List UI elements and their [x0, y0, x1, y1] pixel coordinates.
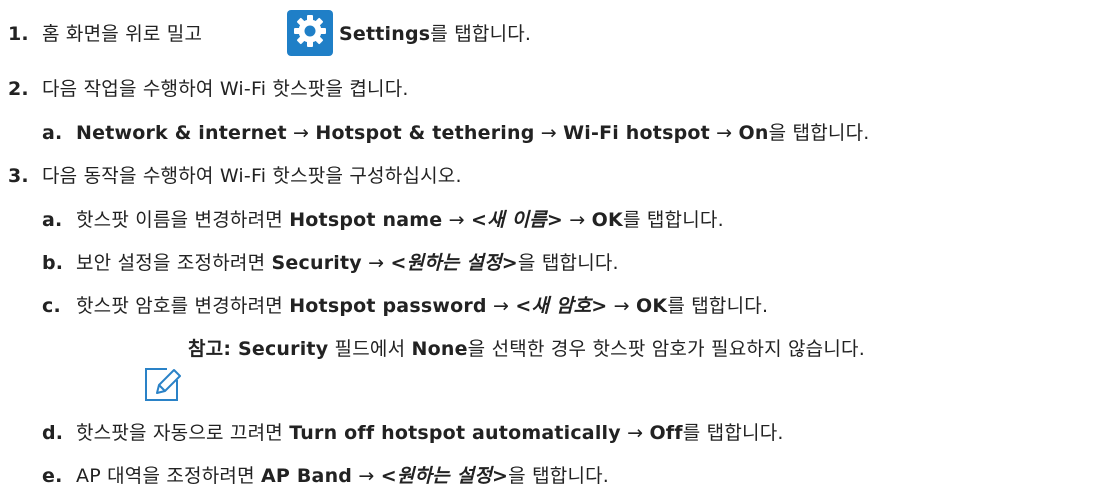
step-number: 1. — [8, 23, 29, 45]
substep-text-end: 를 탭합니다. — [622, 209, 724, 231]
step-number: 3. — [8, 165, 29, 187]
settings-label: Settings — [339, 23, 431, 45]
substep-text: 핫스팟을 자동으로 끄려면 — [76, 422, 290, 444]
menu-network-internet: Network & internet — [76, 122, 287, 144]
step-3-substep-c: c. 핫스팟 암호를 변경하려면 Hotspot password → <새 암호… — [42, 294, 768, 318]
step-text-end: 를 탭합니다. — [430, 23, 532, 45]
step-number: 2. — [8, 78, 29, 100]
option-ok: OK — [591, 209, 623, 231]
step-3-substep-d: d. 핫스팟을 자동으로 끄려면 Turn off hotspot automat… — [42, 421, 784, 445]
settings-gear-icon — [287, 10, 333, 56]
menu-ap-band: AP Band — [261, 465, 353, 487]
step-3-substep-a: a. 핫스팟 이름을 변경하려면 Hotspot name → <새 이름> → … — [42, 208, 724, 232]
substep-text-end: 을 탭합니다. — [517, 252, 619, 274]
step-text: 다음 작업을 수행하여 Wi-Fi 핫스팟을 켭니다. — [42, 78, 409, 100]
option-on: On — [738, 122, 769, 144]
note-label: 참고: — [188, 338, 238, 360]
substep-text: AP 대역을 조정하려면 — [76, 465, 262, 487]
placeholder-desired-setting: <원하는 설정> — [390, 252, 518, 274]
step-2: 2. 다음 작업을 수행하여 Wi-Fi 핫스팟을 켭니다. — [8, 77, 409, 101]
arrow: → — [563, 209, 592, 231]
substep-letter: a. — [42, 122, 63, 144]
step-1-continued: Settings를 탭합니다. — [339, 22, 531, 46]
substep-text: 핫스팟 암호를 변경하려면 — [76, 295, 290, 317]
substep-letter: a. — [42, 209, 63, 231]
menu-turn-off-hotspot-automatically: Turn off hotspot automatically — [289, 422, 621, 444]
step-3: 3. 다음 동작을 수행하여 Wi-Fi 핫스팟을 구성하십시오. — [8, 164, 462, 188]
arrow: → — [709, 122, 739, 144]
step-text: 다음 동작을 수행하여 Wi-Fi 핫스팟을 구성하십시오. — [42, 165, 462, 187]
arrow: → — [361, 252, 391, 274]
option-none: None — [411, 338, 468, 360]
placeholder-new-name: <새 이름> — [470, 209, 564, 231]
note: 참고: Security 필드에서 None을 선택한 경우 핫스팟 암호가 필… — [188, 337, 865, 361]
arrow: → — [442, 209, 471, 231]
substep-text: 보안 설정을 조정하려면 — [76, 252, 272, 274]
placeholder-new-password: <새 암호> — [515, 295, 608, 317]
menu-wifi-hotspot: Wi-Fi hotspot — [563, 122, 710, 144]
field-security: Security — [237, 338, 329, 360]
substep-text-end: 를 탭합니다. — [667, 295, 769, 317]
step-text: 홈 화면을 위로 밀고 — [42, 23, 203, 45]
arrow: → — [607, 295, 637, 317]
arrow: → — [352, 465, 381, 487]
step-2-substep-a: a. Network & internet → Hotspot & tetheri… — [42, 121, 870, 145]
menu-hotspot-password: Hotspot password — [289, 295, 487, 317]
substep-letter: c. — [42, 295, 61, 317]
menu-security: Security — [271, 252, 362, 274]
option-off: Off — [649, 422, 683, 444]
arrow: → — [534, 122, 564, 144]
option-ok: OK — [636, 295, 668, 317]
note-pencil-icon — [143, 363, 183, 403]
substep-letter: b. — [42, 252, 64, 274]
arrow: → — [486, 295, 516, 317]
arrow: → — [286, 122, 316, 144]
step-3-substep-b: b. 보안 설정을 조정하려면 Security → <원하는 설정>을 탭합니다… — [42, 251, 619, 275]
note-text-end: 을 선택한 경우 핫스팟 암호가 필요하지 않습니다. — [467, 338, 865, 360]
note-text: 필드에서 — [328, 338, 412, 360]
step-1: 1. 홈 화면을 위로 밀고 — [8, 22, 202, 46]
substep-letter: e. — [42, 465, 63, 487]
menu-hotspot-tethering: Hotspot & tethering — [315, 122, 535, 144]
arrow: → — [620, 422, 650, 444]
substep-text-end: 을 탭합니다. — [768, 122, 870, 144]
substep-letter: d. — [42, 422, 64, 444]
substep-text: 핫스팟 이름을 변경하려면 — [76, 209, 290, 231]
placeholder-desired-setting: <원하는 설정> — [380, 465, 509, 487]
menu-hotspot-name: Hotspot name — [289, 209, 443, 231]
substep-text-end: 을 탭합니다. — [508, 465, 610, 487]
substep-text-end: 를 탭합니다. — [682, 422, 784, 444]
step-3-substep-e: e. AP 대역을 조정하려면 AP Band → <원하는 설정>을 탭합니다. — [42, 464, 609, 488]
